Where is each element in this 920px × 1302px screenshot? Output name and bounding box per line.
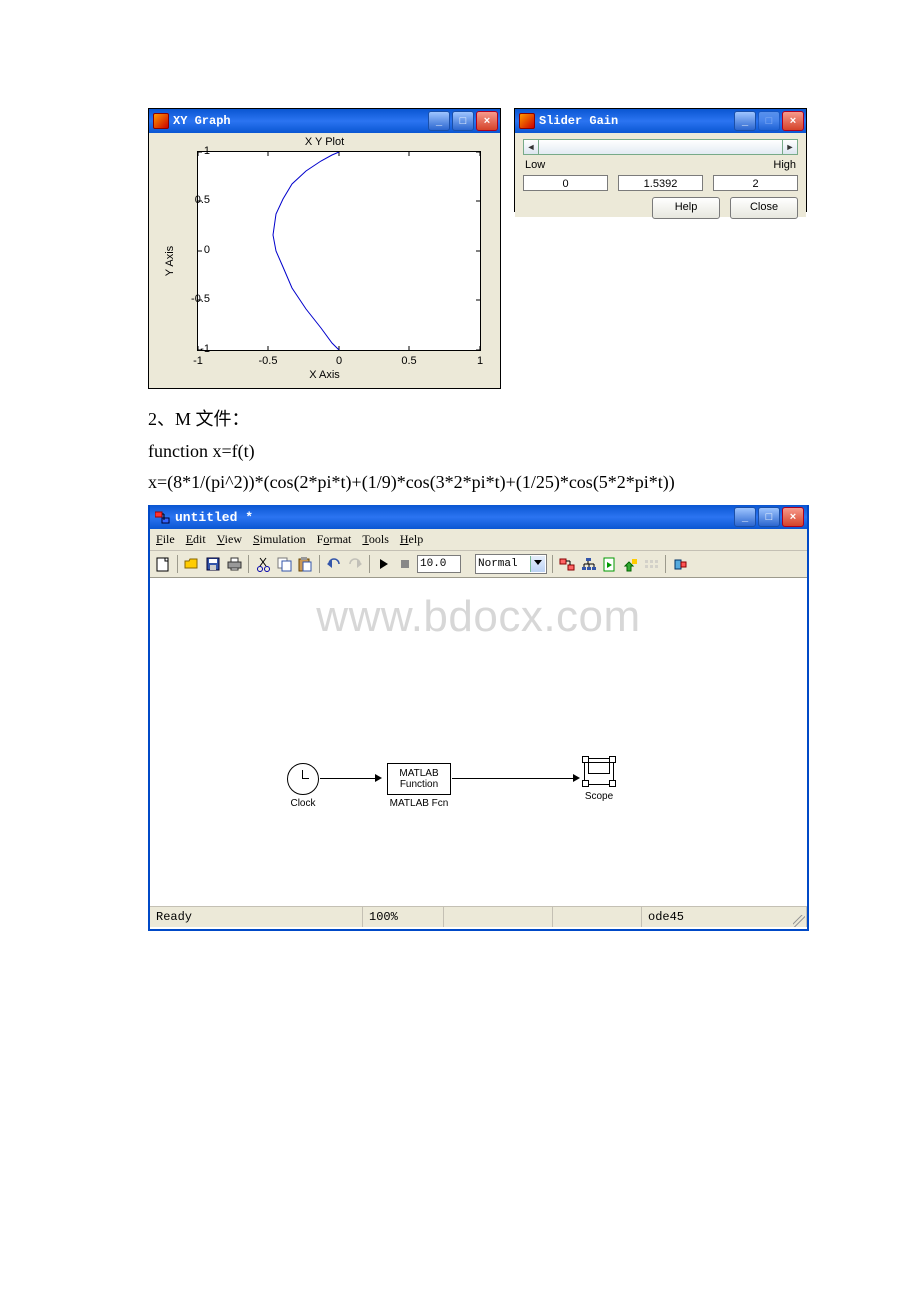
menu-view[interactable]: View (217, 532, 242, 547)
gain-slider[interactable]: ◄ ► (523, 139, 798, 155)
status-pane-b (553, 907, 642, 927)
stop-icon[interactable] (396, 555, 414, 573)
redo-icon[interactable] (346, 555, 364, 573)
low-label: Low (525, 159, 545, 171)
matlab-icon (153, 113, 169, 129)
close-button[interactable]: × (782, 507, 804, 527)
menu-tools[interactable]: Tools (362, 532, 389, 547)
minimize-button[interactable]: _ (734, 111, 756, 131)
resize-grip[interactable] (793, 915, 805, 927)
slider-gain-window: Slider Gain _ □ × ◄ ► Low High 0 (514, 108, 807, 212)
matlab-fcn-block[interactable]: MATLAB Function MATLAB Fcn (387, 763, 451, 809)
slider-gain-title: Slider Gain (539, 114, 734, 128)
menu-help[interactable]: Help (400, 532, 423, 547)
run-icon[interactable] (375, 555, 393, 573)
high-value-input[interactable]: 2 (713, 175, 798, 191)
new-icon[interactable] (154, 555, 172, 573)
refresh-icon[interactable] (642, 555, 660, 573)
toggle-icon[interactable] (671, 555, 689, 573)
status-ready: Ready (150, 907, 363, 927)
paste-icon[interactable] (296, 555, 314, 573)
scope-label: Scope (584, 791, 614, 802)
wire-clock-to-fcn (320, 778, 378, 779)
low-value-input[interactable]: 0 (523, 175, 608, 191)
menu-edit[interactable]: Edit (186, 532, 206, 547)
xy-plot-area (197, 151, 481, 351)
plot-xlabel: X Axis (149, 367, 500, 381)
xy-graph-titlebar[interactable]: XY Graph _ □ × (149, 109, 500, 133)
simulink-icon (155, 510, 170, 525)
status-zoom: 100% (363, 907, 444, 927)
help-button[interactable]: Help (652, 197, 720, 219)
stop-time-input[interactable]: 10.0 (417, 555, 461, 573)
slider-track[interactable] (539, 139, 782, 155)
close-button[interactable]: × (782, 111, 804, 131)
toolbar: 10.0 Normal (150, 551, 807, 578)
build-icon[interactable] (621, 555, 639, 573)
maximize-button[interactable]: □ (452, 111, 474, 131)
watermark-text: www.bdocx.com (150, 592, 807, 642)
status-pane-a (444, 907, 553, 927)
xy-graph-window: XY Graph _ □ × X Y Plot Y Axis (148, 108, 501, 389)
high-label: High (773, 159, 796, 171)
library-browser-icon[interactable] (558, 555, 576, 573)
cut-icon[interactable] (254, 555, 272, 573)
xy-graph-title: XY Graph (173, 114, 428, 128)
plot-ylabel: Y Axis (164, 245, 176, 275)
matlab-icon (519, 113, 535, 129)
undo-icon[interactable] (325, 555, 343, 573)
status-bar: Ready 100% ode45 (150, 906, 807, 927)
minimize-button[interactable]: _ (428, 111, 450, 131)
simulink-titlebar[interactable]: untitled * _ □ × (150, 505, 807, 529)
maximize-button: □ (758, 111, 780, 131)
function-body: x=(8*1/(pi^2))*(cos(2*pi*t)+(1/9)*cos(3*… (148, 472, 808, 493)
debug-icon[interactable] (600, 555, 618, 573)
open-icon[interactable] (183, 555, 201, 573)
mode-select[interactable]: Normal (475, 554, 547, 574)
arrow-icon (375, 774, 386, 782)
print-icon[interactable] (225, 555, 243, 573)
simulink-canvas[interactable]: www.bdocx.com Clock MATLAB Function MATL… (150, 578, 807, 906)
current-value-input[interactable]: 1.5392 (618, 175, 703, 191)
minimize-button[interactable]: _ (734, 507, 756, 527)
slider-gain-titlebar[interactable]: Slider Gain _ □ × (515, 109, 806, 133)
menu-file[interactable]: File (156, 532, 175, 547)
menu-simulation[interactable]: Simulation (253, 532, 306, 547)
menu-format[interactable]: Format (317, 532, 352, 547)
function-declaration: function x=f(t) (148, 441, 808, 462)
maximize-button[interactable]: □ (758, 507, 780, 527)
status-solver: ode45 (642, 907, 807, 927)
wire-fcn-to-scope (452, 778, 576, 779)
close-button[interactable]: × (476, 111, 498, 131)
save-icon[interactable] (204, 555, 222, 573)
clock-block[interactable]: Clock (287, 763, 319, 809)
simulink-title: untitled * (175, 510, 734, 525)
menu-bar[interactable]: File Edit View Simulation Format Tools H… (150, 529, 807, 551)
simulink-window: untitled * _ □ × File Edit View Simulati… (148, 505, 809, 931)
scope-block[interactable]: Scope (584, 758, 614, 802)
slider-right-arrow[interactable]: ► (782, 139, 798, 155)
slider-left-arrow[interactable]: ◄ (523, 139, 539, 155)
close-button[interactable]: Close (730, 197, 798, 219)
copy-icon[interactable] (275, 555, 293, 573)
section-heading: 2、M 文件： (148, 405, 808, 431)
matlab-fcn-label: MATLAB Fcn (387, 798, 451, 809)
model-explorer-icon[interactable] (579, 555, 597, 573)
clock-label: Clock (287, 798, 319, 809)
